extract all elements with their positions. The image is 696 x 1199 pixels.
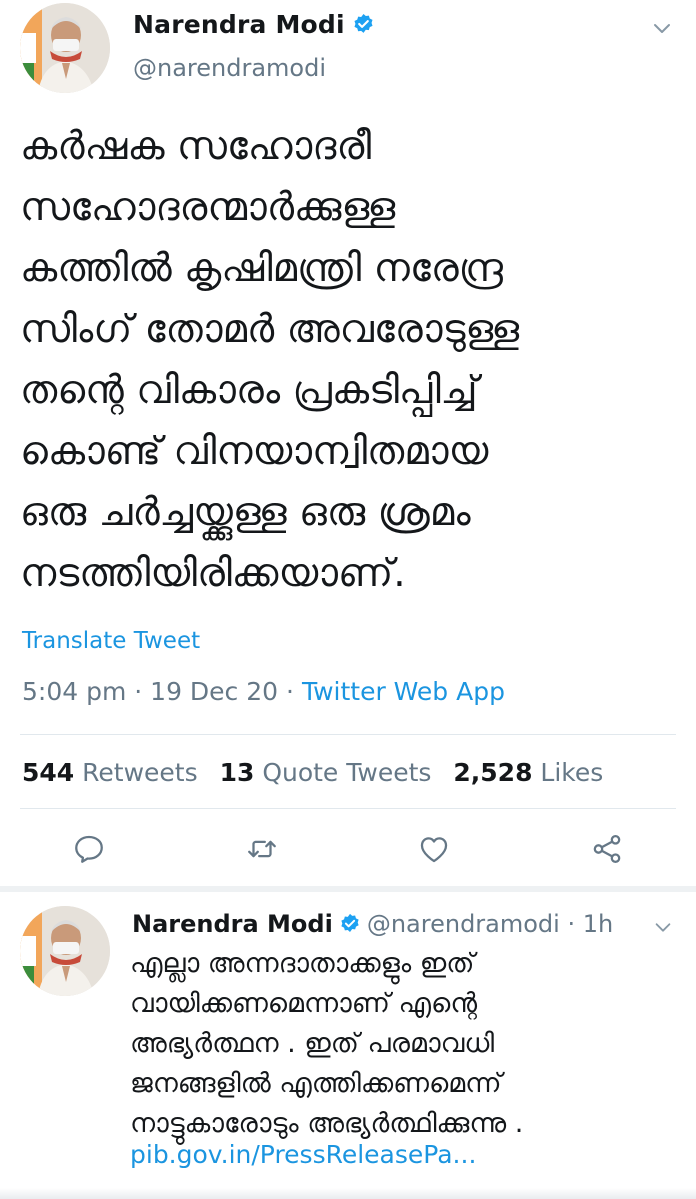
reply-text-line: വായിക്കണമെന്നാണ് എന്റെ	[130, 988, 478, 1019]
tweet-meta: 5:04 pm · 19 Dec 20 · Twitter Web App	[22, 677, 505, 706]
reply-text-line: അഭ്യർത്ഥന . ഇത് പരമാവധി	[130, 1028, 495, 1059]
tweet-separator	[0, 886, 696, 892]
reply-text-line: നാട്ടുകാരോടും അഭ്യർത്ഥിക്കുന്നു .	[130, 1108, 524, 1139]
divider	[20, 808, 676, 809]
tweet-stats: 544 Retweets 13 Quote Tweets 2,528 Likes	[22, 758, 603, 787]
tweet-header: Narendra Modi @narendramodi	[0, 0, 696, 100]
retweet-icon	[248, 840, 276, 858]
reply-text: എല്ലാ അന്നദാതാക്കളും ഇത് വായിക്കണമെന്നാണ…	[130, 944, 670, 1144]
retweets-stat[interactable]: 544 Retweets	[22, 758, 198, 787]
tweet-text-line: കത്തിൽ കൃഷിമന്ത്രി നരേന്ദ്ര	[20, 246, 503, 291]
reply-author-handle[interactable]: @narendramodi	[367, 910, 560, 938]
tweet-text-line: സഹോദരന്മാർക്കുള്ള	[20, 185, 396, 230]
reply-author-name[interactable]: Narendra Modi	[132, 910, 333, 938]
chevron-down-icon[interactable]	[652, 916, 674, 938]
tweet-text: കർഷക സഹോദരീ സഹോദരന്മാർക്കുള്ള കത്തിൽ കൃഷ…	[20, 116, 676, 604]
avatar[interactable]	[20, 3, 110, 93]
verified-badge-icon	[354, 13, 373, 33]
press-release-link[interactable]: pib.gov.in/PressReleasePa...	[130, 1140, 476, 1169]
reply-icon	[75, 835, 103, 863]
likes-stat[interactable]: 2,528 Likes	[453, 758, 603, 787]
like-button[interactable]	[417, 832, 451, 866]
meta-separator: ·	[134, 677, 151, 706]
tweet-time[interactable]: 5:04 pm	[22, 677, 126, 706]
avatar-image	[20, 906, 110, 996]
likes-count: 2,528	[453, 758, 533, 787]
reply-avatar[interactable]	[20, 906, 110, 996]
reply-header: Narendra Modi @narendramodi · 1h	[132, 910, 613, 938]
verified-badge-icon	[341, 913, 359, 932]
reply-text-line: എല്ലാ അന്നദാതാക്കളും ഇത്	[130, 948, 475, 979]
share-icon	[593, 834, 621, 864]
tweet-text-line: നടത്തിയിരിക്കയാണ്.	[20, 551, 406, 596]
retweet-button[interactable]	[245, 832, 279, 866]
divider	[20, 734, 676, 735]
author-name[interactable]: Narendra Modi	[133, 10, 345, 39]
reply-button[interactable]	[72, 832, 106, 866]
meta-separator: ·	[286, 677, 302, 706]
next-tweet-edge	[0, 1188, 696, 1199]
tweet-text-line: കർഷക സഹോദരീ	[20, 124, 372, 169]
tweet-text-line: സിംഗ് തോമർ അവരോടുള്ള	[20, 307, 520, 352]
author-row: Narendra Modi	[133, 10, 375, 39]
chevron-down-icon[interactable]	[650, 16, 674, 40]
retweets-label: Retweets	[82, 758, 198, 787]
author-handle[interactable]: @narendramodi	[133, 54, 326, 82]
tweet-text-line: ഒരു ചർച്ചയ്ക്കുള്ള ഒരു ശ്രമം	[20, 490, 471, 535]
share-button[interactable]	[590, 832, 624, 866]
quotes-count: 13	[219, 758, 255, 787]
meta-separator: ·	[559, 910, 583, 938]
avatar-image	[20, 3, 110, 93]
reply-time[interactable]: 1h	[583, 910, 613, 938]
tweet-source[interactable]: Twitter Web App	[302, 677, 505, 706]
quotes-label: Quote Tweets	[262, 758, 432, 787]
quote-tweets-stat[interactable]: 13 Quote Tweets	[220, 758, 432, 787]
likes-label: Likes	[540, 758, 604, 787]
reply-text-line: ജനങ്ങളിൽ എത്തിക്കണമെന്ന്	[130, 1068, 502, 1099]
tweet-date[interactable]: 19 Dec 20	[150, 677, 278, 706]
translate-tweet-link[interactable]: Translate Tweet	[22, 628, 200, 654]
tweet-text-line: കൊണ്ട് വിനയാന്വിതമായ	[20, 429, 489, 474]
tweet-text-line: തന്റെ വികാരം പ്രകടിപ്പിച്ച്	[20, 368, 478, 413]
like-icon	[420, 837, 448, 863]
retweets-count: 544	[22, 758, 75, 787]
